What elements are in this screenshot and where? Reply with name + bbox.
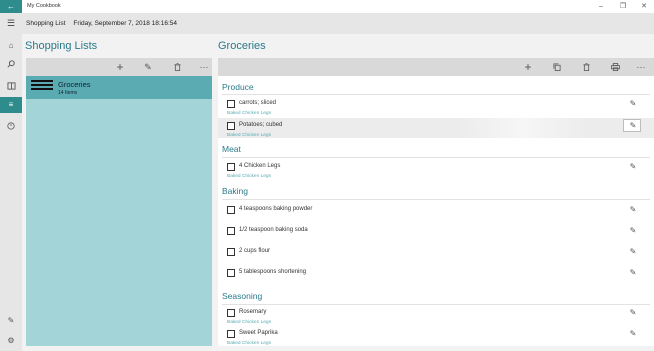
delete-icon[interactable] — [578, 58, 594, 76]
item-text: Sweet Paprika — [239, 330, 278, 336]
more-icon[interactable]: ··· — [196, 58, 212, 76]
list-item[interactable]: 4 teaspoons baking powder ✎ — [218, 202, 654, 222]
edit-icon[interactable]: ✎ — [627, 205, 639, 214]
section-seasoning-title: Seasoning — [222, 291, 263, 301]
maximize-button[interactable]: ❐ — [615, 0, 631, 13]
minimize-button[interactable]: – — [593, 0, 609, 13]
shopping-list-icon[interactable]: ≡ — [0, 97, 22, 113]
item-checkbox[interactable] — [227, 100, 235, 108]
recipe-link[interactable]: Baked Chicken Legs — [227, 111, 271, 116]
recipe-link[interactable]: Baked Chicken Legs — [227, 174, 271, 179]
copy-icon[interactable] — [549, 58, 565, 76]
item-text: 4 teaspoons baking powder — [239, 206, 313, 212]
section-baking-title: Baking — [222, 186, 248, 196]
breadcrumb: Shopping List Friday, September 7, 2018 1… — [26, 13, 177, 34]
item-checkbox[interactable] — [227, 122, 235, 130]
edit-icon[interactable]: ✎ — [627, 162, 639, 171]
edit-icon[interactable]: ✎ — [627, 308, 639, 317]
print-icon[interactable] — [607, 58, 623, 76]
list-item[interactable]: 2 cups flour ✎ — [218, 244, 654, 264]
edit-icon[interactable]: ✎ — [140, 58, 156, 76]
item-text: 4 Chicken Legs — [239, 163, 281, 169]
item-checkbox[interactable] — [227, 248, 235, 256]
datetime-label: Friday, September 7, 2018 18:16:54 — [73, 20, 177, 27]
item-text: 1/2 teaspoon baking soda — [239, 227, 308, 233]
item-text: Rosemary — [239, 309, 267, 315]
edit-icon[interactable]: ✎ — [627, 99, 639, 108]
shopping-lists-title: Shopping Lists — [25, 40, 98, 52]
divider — [222, 304, 650, 305]
list-item[interactable]: Sweet Paprika Baked Chicken Legs ✎ — [218, 328, 654, 346]
groceries-toolbar: + ··· — [218, 58, 654, 76]
search-icon[interactable] — [0, 56, 22, 72]
cookbook-icon[interactable] — [0, 78, 22, 94]
title-bar: ← My Cookbook – ❐ ✕ — [0, 0, 654, 13]
list-icon — [31, 80, 53, 95]
add-icon[interactable]: + — [112, 58, 128, 76]
section-label: Shopping List — [26, 20, 66, 27]
list-item[interactable]: carrots; sliced Baked Chicken Legs ✎ — [218, 96, 654, 116]
shopping-lists-panel: Groceries 14 Items — [26, 76, 212, 346]
list-item[interactable]: 1/2 teaspoon baking soda ✎ — [218, 223, 654, 243]
settings-icon[interactable]: ⚙ — [0, 333, 22, 349]
divider — [222, 199, 650, 200]
hamburger-menu-icon[interactable]: ☰ — [0, 13, 22, 34]
edit-icon[interactable]: ✎ — [627, 247, 639, 256]
command-bar: ☰ Shopping List Friday, September 7, 2018… — [0, 13, 654, 34]
recipe-link[interactable]: Baked Chicken Legs — [227, 320, 271, 325]
delete-icon[interactable] — [169, 58, 185, 76]
item-checkbox[interactable] — [227, 227, 235, 235]
list-count: 14 Items — [58, 90, 78, 96]
more-icon[interactable]: ··· — [633, 58, 649, 76]
item-checkbox[interactable] — [227, 309, 235, 317]
timer-icon[interactable] — [0, 118, 22, 134]
item-checkbox[interactable] — [227, 206, 235, 214]
item-text: 5 tablespoons shortening — [239, 269, 307, 275]
edit-icon[interactable]: ✎ — [627, 226, 639, 235]
divider — [222, 94, 650, 95]
list-item[interactable]: 4 Chicken Legs Baked Chicken Legs ✎ — [218, 159, 654, 179]
add-icon[interactable]: + — [520, 58, 536, 76]
item-text: Potatoes; cubed — [239, 122, 283, 128]
section-produce-title: Produce — [222, 82, 254, 92]
edit-icon[interactable]: ✎ — [627, 329, 639, 338]
app-title: My Cookbook — [27, 3, 61, 9]
groceries-panel: Produce carrots; sliced Baked Chicken Le… — [218, 76, 654, 346]
recipe-link[interactable]: Baked Chicken Legs — [227, 341, 271, 346]
item-checkbox[interactable] — [227, 269, 235, 277]
item-checkbox[interactable] — [227, 330, 235, 338]
back-arrow-icon[interactable]: ← — [0, 0, 22, 13]
list-item[interactable]: Potatoes; cubed Baked Chicken Legs ✎ — [218, 118, 654, 138]
list-item-groceries[interactable]: Groceries 14 Items — [26, 76, 212, 99]
close-button[interactable]: ✕ — [636, 0, 652, 13]
list-name: Groceries — [58, 80, 91, 89]
item-text: 2 cups flour — [239, 248, 271, 254]
list-item[interactable]: Rosemary Baked Chicken Legs ✎ — [218, 307, 654, 327]
divider — [222, 157, 650, 158]
left-nav: ⌂ ≡ ✎ ⚙ — [0, 34, 22, 351]
section-meat-title: Meat — [222, 144, 241, 154]
item-checkbox[interactable] — [227, 163, 235, 171]
edit-icon[interactable]: ✎ — [627, 121, 639, 130]
home-icon[interactable]: ⌂ — [0, 38, 22, 54]
item-text: carrots; sliced — [239, 100, 277, 106]
list-item[interactable]: 5 tablespoons shortening ✎ — [218, 265, 654, 285]
edit-icon[interactable]: ✎ — [627, 268, 639, 277]
groceries-title: Groceries — [218, 40, 266, 52]
recipe-link[interactable]: Baked Chicken Legs — [227, 133, 271, 138]
lists-toolbar: + ✎ ··· — [26, 58, 212, 76]
edit-icon[interactable]: ✎ — [0, 313, 22, 329]
